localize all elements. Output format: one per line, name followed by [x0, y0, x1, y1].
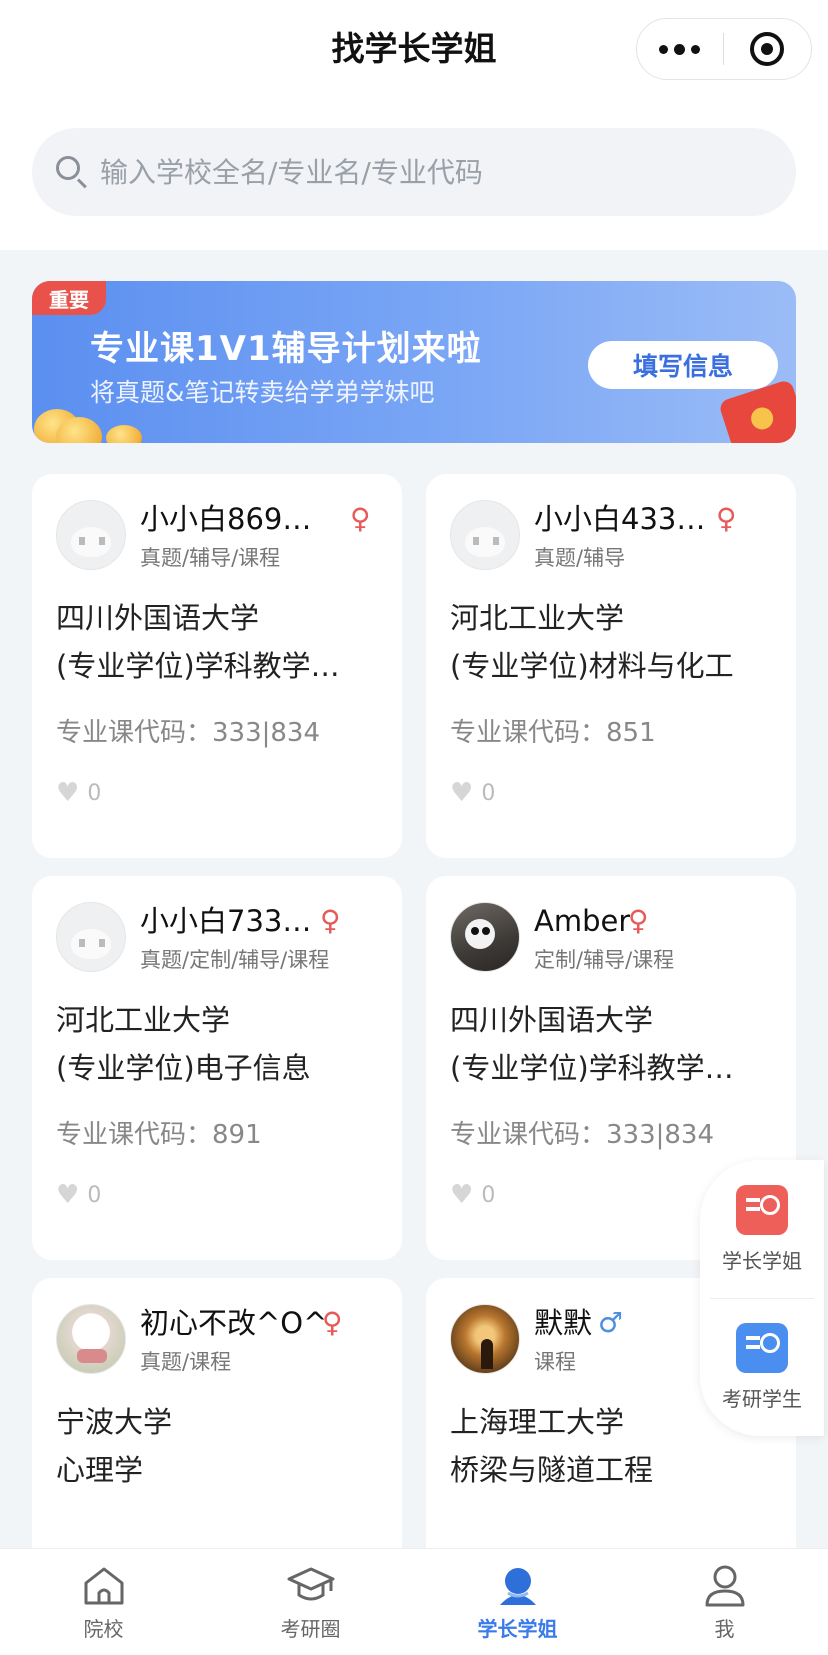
- student-role-label: 考研学生: [722, 1386, 802, 1411]
- like-count: 0: [87, 1182, 102, 1208]
- female-icon: ♀: [350, 502, 371, 535]
- important-tag: 重要: [32, 281, 106, 315]
- floating-role-panel: 学长学姐 考研学生: [700, 1160, 824, 1436]
- service-tags: 课程: [534, 1350, 576, 1374]
- male-icon: ♂: [598, 1306, 624, 1339]
- avatar: [56, 902, 126, 972]
- tab-circle[interactable]: 考研圈: [207, 1549, 414, 1655]
- user-name: 默默: [534, 1306, 593, 1340]
- senior-card[interactable]: 小小白869… ♀ 真题/辅导/课程 四川外国语大学 (专业学位)学科教学… 专…: [32, 474, 402, 858]
- close-miniprogram-button[interactable]: [724, 19, 812, 79]
- course-code: 专业课代码：333|834: [56, 718, 321, 748]
- major-name: (专业学位)电子信息: [56, 1051, 311, 1085]
- course-code: 专业课代码：333|834: [450, 1120, 715, 1150]
- top-bar: 找学长学姐: [0, 0, 828, 250]
- like-button[interactable]: ♥ 0: [56, 1182, 101, 1208]
- graduation-cap-icon: [287, 1567, 334, 1600]
- heart-icon: ♥: [450, 778, 474, 808]
- student-role-button[interactable]: 考研学生: [700, 1298, 824, 1436]
- user-name: 小小白433…: [534, 502, 706, 536]
- miniprogram-capsule: [636, 18, 812, 80]
- senior-icon: [499, 1567, 536, 1605]
- female-icon: ♀: [320, 904, 341, 937]
- heart-icon: ♥: [56, 778, 80, 808]
- like-count: 0: [481, 780, 496, 806]
- target-icon: [750, 32, 785, 66]
- avatar: [56, 1304, 126, 1374]
- school-name: 河北工业大学: [56, 1003, 231, 1037]
- service-tags: 真题/定制/辅导/课程: [140, 948, 330, 972]
- avatar: [450, 1304, 520, 1374]
- service-tags: 真题/辅导: [534, 546, 626, 570]
- user-name: 小小白869…: [140, 502, 312, 536]
- search-bar[interactable]: [32, 128, 796, 216]
- tab-me[interactable]: 我: [621, 1549, 828, 1655]
- female-icon: ♀: [628, 904, 649, 937]
- like-count: 0: [87, 780, 102, 806]
- senior-role-label: 学长学姐: [722, 1248, 802, 1273]
- like-button[interactable]: ♥ 0: [56, 780, 101, 806]
- senior-card[interactable]: 小小白733… ♀ 真题/定制/辅导/课程 河北工业大学 (专业学位)电子信息 …: [32, 876, 402, 1260]
- dot-icon: [674, 43, 686, 55]
- tab-label: 我: [714, 1616, 735, 1641]
- like-button[interactable]: ♥ 0: [450, 780, 495, 806]
- bottom-tab-bar: 院校 考研圈 学长学姐 我: [0, 1548, 828, 1655]
- avatar: [56, 500, 126, 570]
- senior-card[interactable]: 初心不改^O^ ♀ 真题/课程 宁波大学 心理学: [32, 1278, 402, 1578]
- search-icon: [52, 152, 92, 192]
- major-name: (专业学位)学科教学…: [56, 649, 340, 683]
- service-tags: 真题/辅导/课程: [140, 546, 281, 570]
- fill-info-button[interactable]: 填写信息: [588, 341, 778, 389]
- user-name: 小小白733…: [140, 904, 312, 938]
- user-name: 初心不改^O^: [140, 1306, 328, 1340]
- major-name: (专业学位)材料与化工: [450, 649, 734, 683]
- service-tags: 定制/辅导/课程: [534, 948, 675, 972]
- tab-label: 学长学姐: [477, 1616, 558, 1641]
- female-icon: ♀: [716, 502, 737, 535]
- school-name: 四川外国语大学: [56, 601, 260, 635]
- dot-icon: [659, 44, 669, 54]
- course-code: 专业课代码：851: [450, 718, 656, 748]
- course-code: 专业课代码：891: [56, 1120, 262, 1150]
- school-name: 宁波大学: [56, 1405, 173, 1439]
- avatar: [450, 902, 520, 972]
- school-name: 四川外国语大学: [450, 1003, 654, 1037]
- tab-label: 考研圈: [280, 1616, 341, 1641]
- major-name: 桥梁与隧道工程: [450, 1453, 654, 1487]
- school-name: 河北工业大学: [450, 601, 625, 635]
- coins-illustration: [34, 393, 174, 443]
- heart-icon: ♥: [56, 1180, 80, 1210]
- like-count: 0: [481, 1182, 496, 1208]
- dot-icon: [691, 44, 701, 54]
- tab-label: 院校: [83, 1616, 124, 1641]
- promo-banner[interactable]: 重要 专业课1V1辅导计划来啦 将真题&笔记转卖给学弟学妹吧 填写信息: [32, 281, 796, 443]
- senior-card[interactable]: 小小白433… ♀ 真题/辅导 河北工业大学 (专业学位)材料与化工 专业课代码…: [426, 474, 796, 858]
- student-profile-icon: [736, 1322, 788, 1373]
- user-name: Amber: [534, 904, 631, 938]
- like-button[interactable]: ♥ 0: [450, 1182, 495, 1208]
- avatar: [450, 500, 520, 570]
- person-icon: [705, 1565, 744, 1606]
- school-icon: [84, 1567, 123, 1604]
- senior-profile-icon: [736, 1184, 788, 1235]
- service-tags: 真题/课程: [140, 1350, 232, 1374]
- senior-role-button[interactable]: 学长学姐: [700, 1160, 824, 1298]
- search-input[interactable]: [100, 155, 740, 189]
- tab-senior[interactable]: 学长学姐: [414, 1549, 621, 1655]
- major-name: 心理学: [56, 1453, 144, 1487]
- heart-icon: ♥: [450, 1180, 474, 1210]
- banner-headline: 专业课1V1辅导计划来啦: [90, 329, 482, 369]
- major-name: (专业学位)学科教学…: [450, 1051, 734, 1085]
- tab-school[interactable]: 院校: [0, 1549, 207, 1655]
- more-options-button[interactable]: [637, 19, 723, 79]
- female-icon: ♀: [322, 1306, 343, 1339]
